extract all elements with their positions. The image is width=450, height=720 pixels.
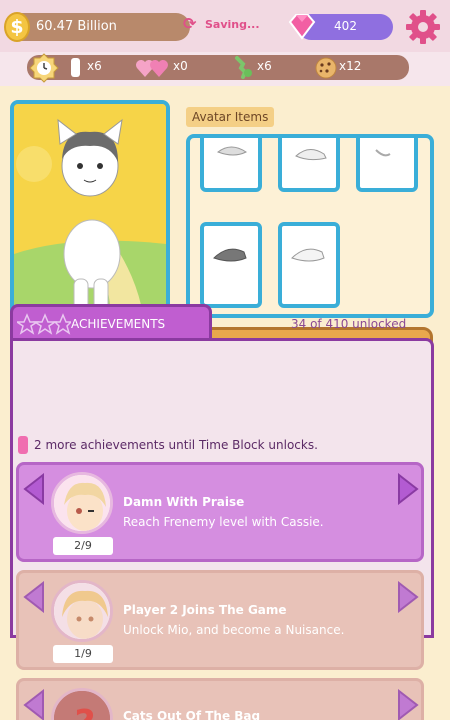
hat-item-icon xyxy=(216,146,247,156)
achievement-title: Damn With Praise xyxy=(123,495,245,509)
time-block-count: x6 xyxy=(87,59,102,73)
gem-counter[interactable]: 402 xyxy=(288,14,393,40)
character-portrait xyxy=(51,580,113,642)
grey-cap-item-icon xyxy=(213,248,247,262)
hearts-icon xyxy=(136,60,168,77)
settings-gear-icon[interactable] xyxy=(404,8,442,46)
avatar-item-slot[interactable] xyxy=(278,222,340,308)
achievements-unlocked-count: 34 of 410 unlocked xyxy=(291,317,407,331)
achievement-description: Reach Frenemy level with Cassie. xyxy=(123,515,324,529)
avatar-items-grid xyxy=(186,134,434,318)
achievement-description: Unlock Mio, and become a Nuisance. xyxy=(123,623,345,637)
time-block-unlock-icon xyxy=(18,436,28,454)
money-value: 60.47 Billion xyxy=(36,19,117,34)
broken-heart-count: x6 xyxy=(257,59,272,73)
unlock-note: 2 more achievements until Time Block unl… xyxy=(34,438,318,452)
saving-status: ⟳ Saving... xyxy=(183,15,260,33)
avatar-items-label: Avatar Items xyxy=(186,107,275,127)
cassie-portrait xyxy=(54,475,110,531)
time-block-icon xyxy=(71,58,80,77)
avatar-item-slot[interactable] xyxy=(200,222,262,308)
avatar-item-slot[interactable] xyxy=(356,138,418,192)
money-display: $ 60.47 Billion xyxy=(4,12,190,42)
mio-portrait xyxy=(54,583,110,639)
sync-icon: ⟳ xyxy=(183,14,197,33)
white-cap-item-icon xyxy=(291,248,325,262)
character-portrait xyxy=(51,472,113,534)
achievements-tab-label: ACHIEVEMENTS xyxy=(71,317,166,331)
next-arrow-icon[interactable] xyxy=(395,473,421,505)
next-arrow-icon[interactable] xyxy=(395,581,421,613)
cap-item-icon xyxy=(295,149,327,161)
stars-icon xyxy=(17,313,71,335)
achievements-tab[interactable]: ACHIEVEMENTS xyxy=(10,304,212,340)
achievement-title: Cats Out Of The Bag xyxy=(123,709,261,720)
resource-bar: x6 x0 x6 x12 xyxy=(27,53,409,83)
top-bar: $ 60.47 Billion ⟳ Saving... 402 xyxy=(0,0,450,52)
dollar-coin-icon: $ xyxy=(4,12,30,42)
accessory-item-icon xyxy=(375,149,391,157)
cookie-count: x12 xyxy=(339,59,362,73)
gem-count: 402 xyxy=(334,19,357,33)
locked-portrait: ? xyxy=(51,688,113,720)
achievement-title: Player 2 Joins The Game xyxy=(123,603,287,617)
achievement-card[interactable]: 1/9 Player 2 Joins The Game Unlock Mio, … xyxy=(16,570,424,670)
prev-arrow-icon[interactable] xyxy=(21,473,47,505)
achievement-progress: 1/9 xyxy=(53,645,113,663)
avatar-item-slot[interactable] xyxy=(278,138,340,192)
achievement-card[interactable]: 2/9 Damn With Praise Reach Frenemy level… xyxy=(16,462,424,562)
saving-text: Saving... xyxy=(205,18,260,31)
time-block-clock-icon xyxy=(29,53,59,83)
svg-text:?: ? xyxy=(75,703,96,720)
prev-arrow-icon[interactable] xyxy=(21,689,47,720)
question-mark-icon: ? xyxy=(54,691,110,720)
prev-arrow-icon[interactable] xyxy=(21,581,47,613)
next-arrow-icon[interactable] xyxy=(395,689,421,720)
achievement-card[interactable]: ? Cats Out Of The Bag xyxy=(16,678,424,720)
achievement-progress: 2/9 xyxy=(53,537,113,555)
avatar-item-slot[interactable] xyxy=(200,138,262,192)
broken-heart-icon xyxy=(235,56,252,79)
cookie-icon xyxy=(315,57,337,79)
hearts-count: x0 xyxy=(173,59,188,73)
